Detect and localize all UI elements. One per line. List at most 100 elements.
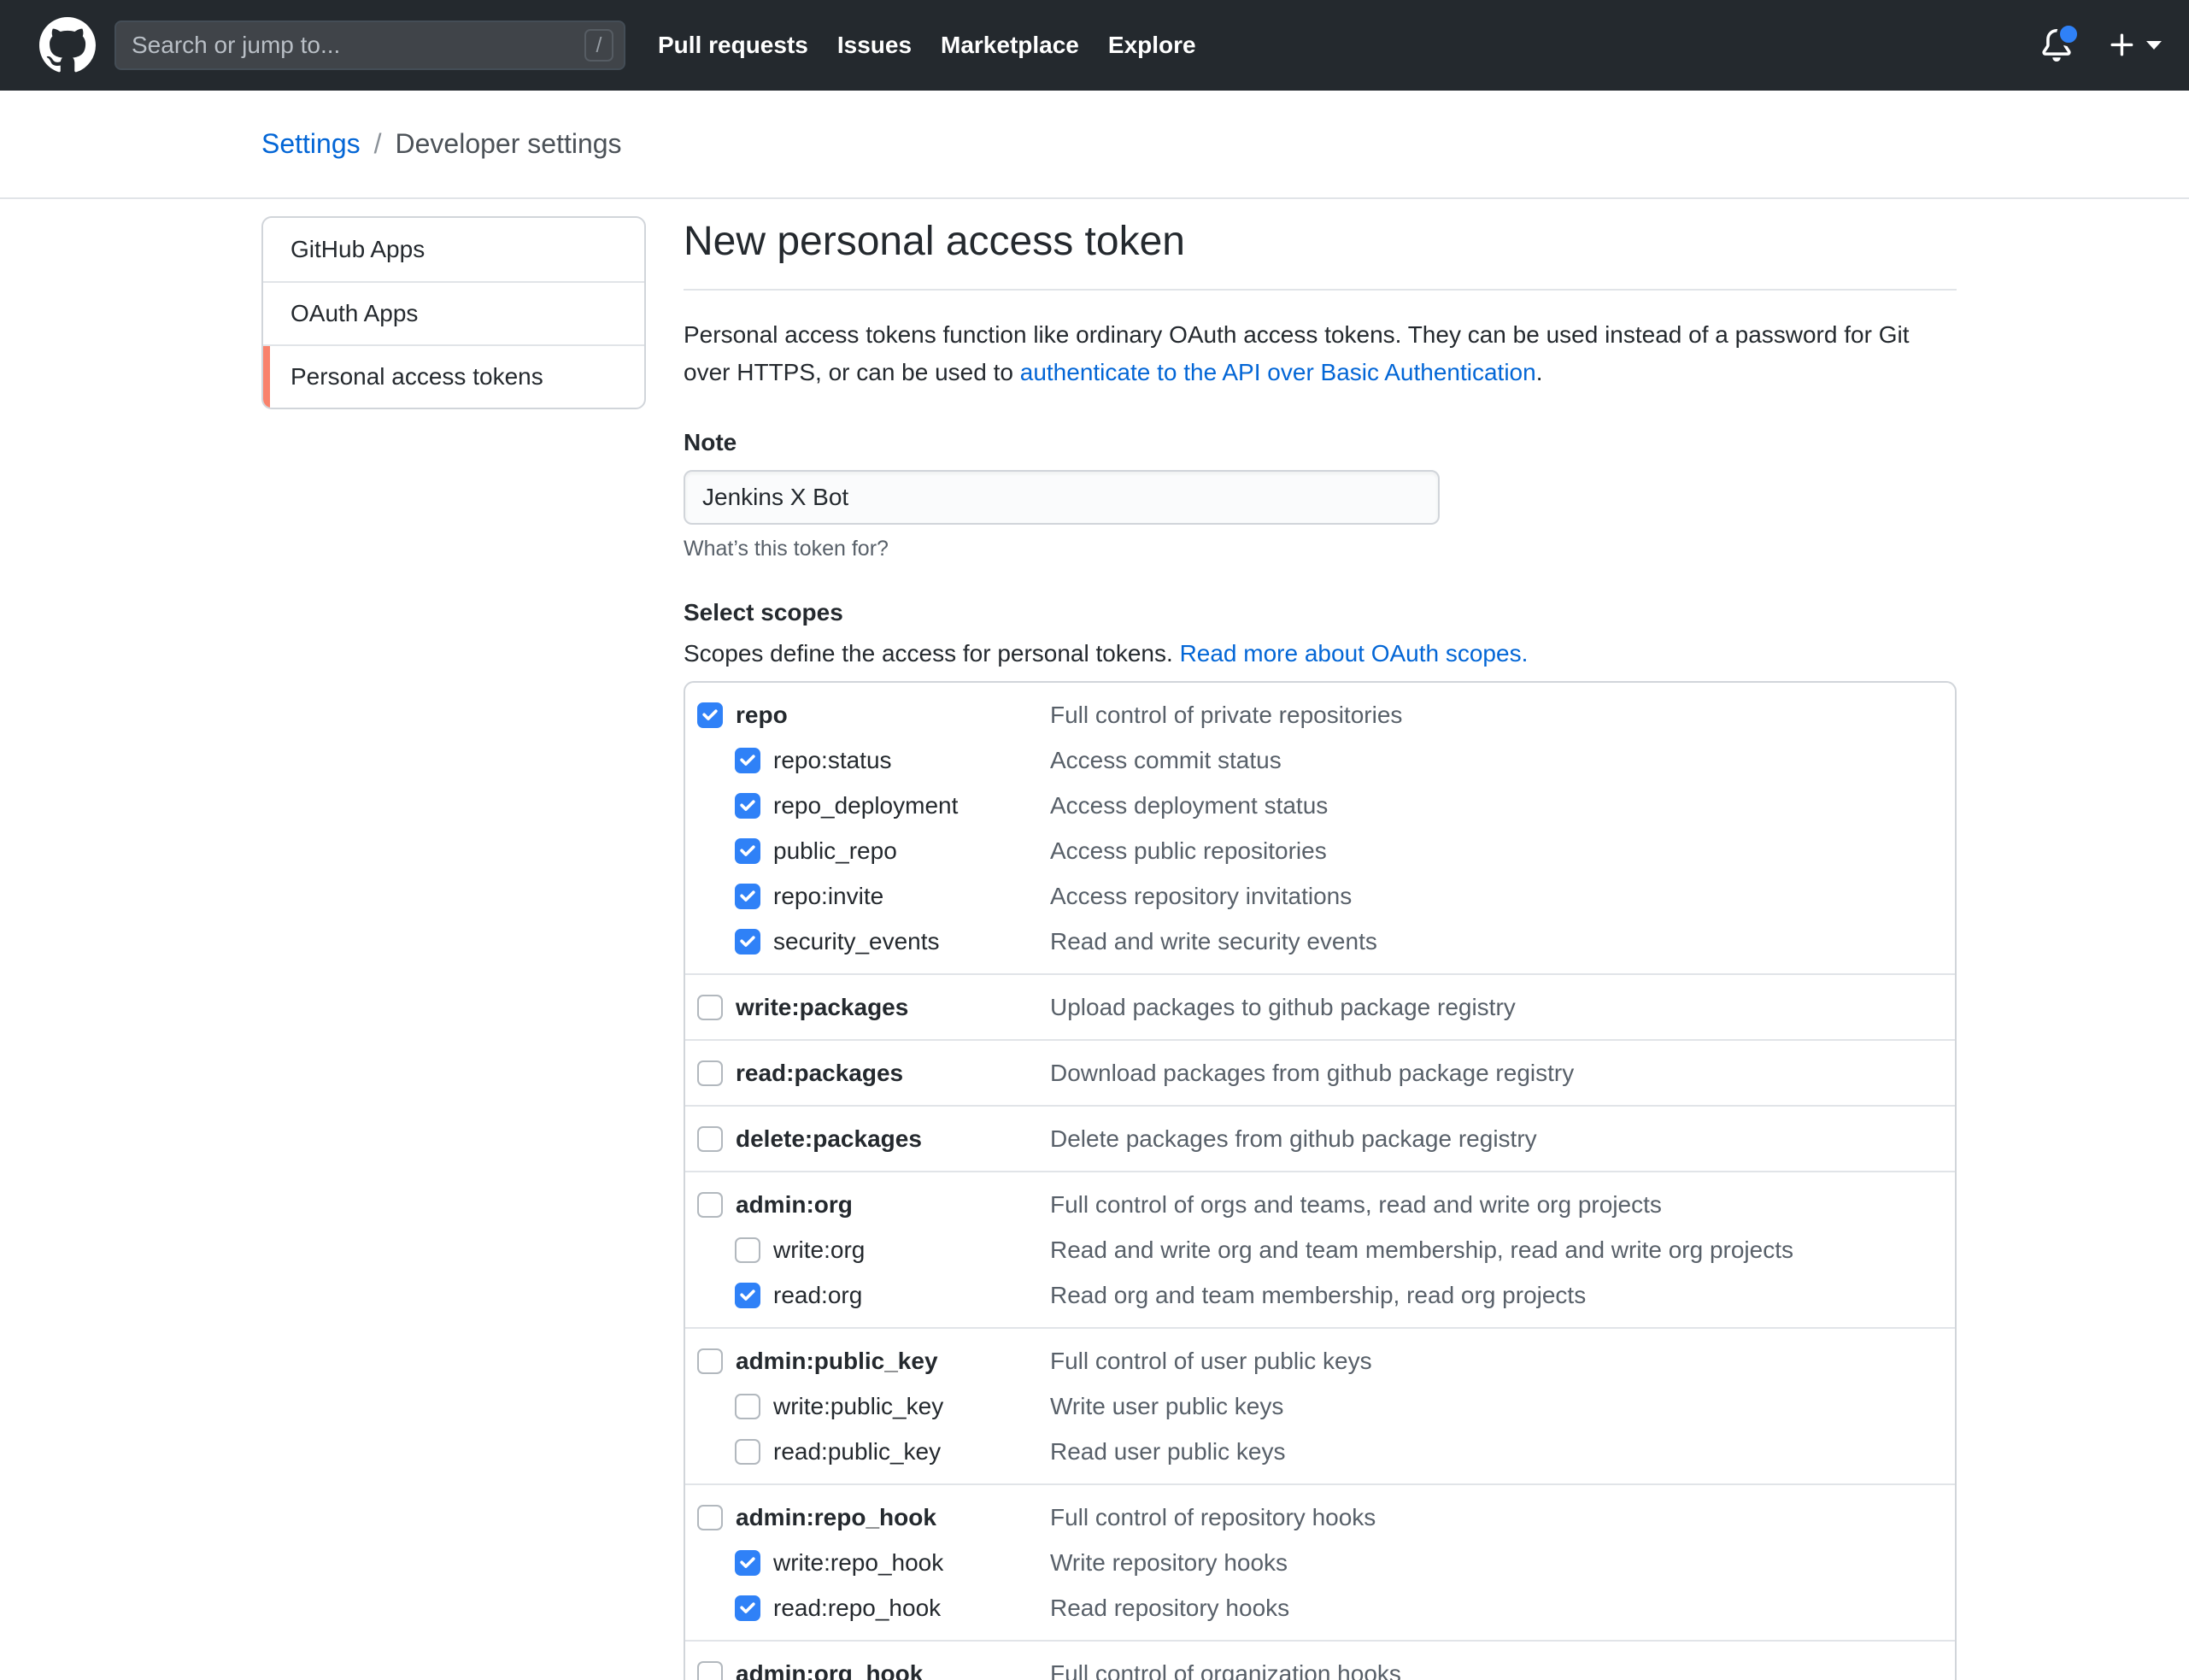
scope-name: admin:org_hook [736, 1660, 923, 1680]
breadcrumb: Settings / Developer settings [0, 91, 2189, 199]
checkbox-repo-status[interactable] [735, 748, 760, 773]
create-new-button[interactable] [2107, 30, 2162, 61]
scope-row: delete:packages Delete packages from git… [685, 1116, 1955, 1161]
scope-group-admin-public-key: admin:public_key Full control of user pu… [685, 1327, 1955, 1483]
checkbox-admin-repo-hook[interactable] [697, 1505, 723, 1530]
checkbox-admin-public-key[interactable] [697, 1348, 723, 1374]
check-icon [738, 932, 757, 951]
checkbox-read-repo-hook[interactable] [735, 1595, 760, 1621]
scope-description: Full control of private repositories [1050, 702, 1402, 729]
scope-group-admin-org-hook: admin:org_hook Full control of organizat… [685, 1640, 1955, 1680]
note-input[interactable] [684, 470, 1440, 525]
scopes-list: repo Full control of private repositorie… [684, 681, 1957, 1680]
nav-marketplace[interactable]: Marketplace [941, 32, 1079, 59]
scope-group-delete-packages: delete:packages Delete packages from git… [685, 1105, 1955, 1171]
scope-description: Read user public keys [1050, 1438, 1285, 1466]
checkbox-repo[interactable] [697, 702, 723, 728]
scope-group-repo: repo Full control of private repositorie… [685, 683, 1955, 973]
checkbox-write-repo-hook[interactable] [735, 1550, 760, 1576]
checkbox-security-events[interactable] [735, 929, 760, 955]
breadcrumb-settings-link[interactable]: Settings [261, 128, 361, 160]
page-title: New personal access token [684, 216, 1957, 291]
note-form-group: Note What’s this token for? [684, 429, 1957, 561]
scope-description: Download packages from github package re… [1050, 1060, 1574, 1087]
sidebar-item-personal-access-tokens[interactable]: Personal access tokens [263, 344, 644, 408]
oauth-scopes-link[interactable]: Read more about OAuth scopes. [1180, 640, 1529, 667]
checkbox-read-org[interactable] [735, 1283, 760, 1308]
scope-description: Upload packages to github package regist… [1050, 994, 1516, 1021]
scope-name: public_repo [773, 837, 897, 865]
scope-row: read:org Read org and team membership, r… [685, 1272, 1955, 1318]
select-scopes-header: Select scopes Scopes define the access f… [684, 599, 1957, 667]
scope-name: security_events [773, 928, 940, 955]
scope-description: Full control of repository hooks [1050, 1504, 1376, 1531]
breadcrumb-separator: / [374, 128, 382, 160]
nav-pull-requests[interactable]: Pull requests [658, 32, 808, 59]
sidebar-item-github-apps[interactable]: GitHub Apps [263, 218, 644, 281]
header-nav: Pull requests Issues Marketplace Explore [658, 32, 1196, 59]
scope-row: write:repo_hook Write repository hooks [685, 1540, 1955, 1585]
scope-name: read:org [773, 1282, 862, 1309]
scope-description: Access public repositories [1050, 837, 1327, 865]
scope-description: Write user public keys [1050, 1393, 1283, 1420]
checkbox-write-org[interactable] [735, 1237, 760, 1263]
basic-auth-link[interactable]: authenticate to the API over Basic Authe… [1020, 359, 1536, 385]
scope-row: repo Full control of private repositorie… [685, 692, 1955, 737]
header-actions [2040, 29, 2162, 62]
scope-row: public_repo Access public repositories [685, 828, 1955, 873]
checkbox-read-packages[interactable] [697, 1060, 723, 1086]
checkbox-public-repo[interactable] [735, 838, 760, 864]
checkbox-repo-deployment[interactable] [735, 793, 760, 819]
checkbox-delete-packages[interactable] [697, 1126, 723, 1152]
check-icon [738, 887, 757, 906]
checkbox-repo-invite[interactable] [735, 884, 760, 909]
nav-issues[interactable]: Issues [837, 32, 912, 59]
page-content: GitHub Apps OAuth Apps Personal access t… [0, 199, 2189, 1680]
select-scopes-label: Select scopes [684, 599, 1957, 626]
main-panel: New personal access token Personal acces… [684, 216, 1957, 1680]
check-icon [738, 796, 757, 815]
scope-row: read:repo_hook Read repository hooks [685, 1585, 1955, 1630]
scope-description: Read and write security events [1050, 928, 1377, 955]
unread-notification-dot [2057, 22, 2080, 46]
scope-name: write:repo_hook [773, 1549, 943, 1577]
scope-description: Access repository invitations [1050, 883, 1352, 910]
search-input[interactable] [121, 32, 584, 59]
scope-row: write:packages Upload packages to github… [685, 984, 1955, 1030]
global-header: / Pull requests Issues Marketplace Explo… [0, 0, 2189, 91]
scope-name: write:public_key [773, 1393, 943, 1420]
sidebar-item-oauth-apps[interactable]: OAuth Apps [263, 281, 644, 344]
plus-icon [2107, 30, 2138, 61]
nav-explore[interactable]: Explore [1108, 32, 1196, 59]
scope-name: read:repo_hook [773, 1595, 941, 1622]
search-box: / [114, 21, 625, 70]
scope-name: delete:packages [736, 1125, 922, 1153]
checkbox-admin-org[interactable] [697, 1192, 723, 1218]
scope-name: repo [736, 702, 788, 729]
scope-name: admin:public_key [736, 1348, 938, 1375]
scope-row: write:org Read and write org and team me… [685, 1227, 1955, 1272]
check-icon [738, 1554, 757, 1572]
scope-row: admin:org_hook Full control of organizat… [685, 1651, 1955, 1680]
scope-row: admin:repo_hook Full control of reposito… [685, 1495, 1955, 1540]
scope-description: Read org and team membership, read org p… [1050, 1282, 1586, 1309]
slash-shortcut-key: / [584, 29, 613, 62]
scope-description: Access deployment status [1050, 792, 1328, 819]
checkbox-admin-org-hook[interactable] [697, 1661, 723, 1680]
scope-group-read-packages: read:packages Download packages from git… [685, 1039, 1955, 1105]
scope-group-admin-org: admin:org Full control of orgs and teams… [685, 1171, 1955, 1327]
breadcrumb-current: Developer settings [396, 128, 622, 160]
checkbox-write-packages[interactable] [697, 995, 723, 1020]
checkbox-read-public-key[interactable] [735, 1439, 760, 1465]
scope-name: write:packages [736, 994, 908, 1021]
scope-description: Write repository hooks [1050, 1549, 1288, 1577]
github-logo[interactable] [39, 17, 96, 73]
scope-row: repo_deployment Access deployment status [685, 783, 1955, 828]
scopes-description: Scopes define the access for personal to… [684, 640, 1957, 667]
notifications-button[interactable] [2040, 29, 2073, 62]
scope-description: Read and write org and team membership, … [1050, 1237, 1793, 1264]
checkbox-write-public-key[interactable] [735, 1394, 760, 1419]
note-help: What’s this token for? [684, 537, 1957, 561]
scope-group-admin-repo-hook: admin:repo_hook Full control of reposito… [685, 1483, 1955, 1640]
scope-description: Access commit status [1050, 747, 1282, 774]
